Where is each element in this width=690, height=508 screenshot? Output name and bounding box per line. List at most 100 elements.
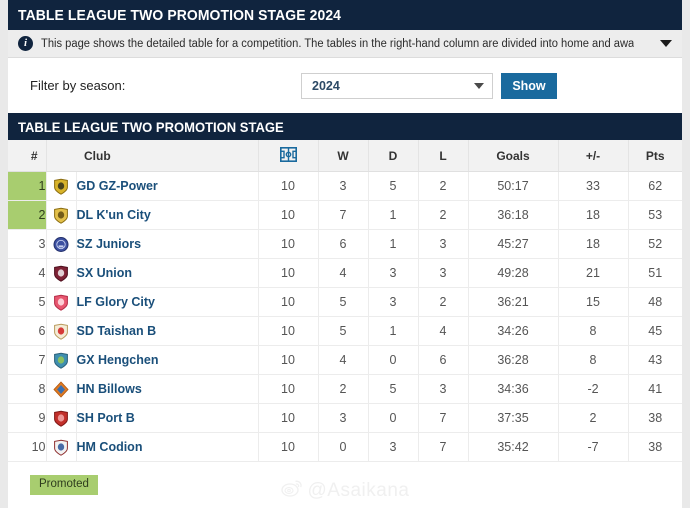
cell-matches-played: 10 [258, 316, 319, 346]
club-link[interactable]: HM Codion [77, 440, 143, 454]
chevron-down-icon[interactable] [660, 40, 672, 47]
table-row: 3 SZ Juniors 10 6 1 3 45:27 18 52 [8, 229, 682, 259]
cream-red-shield-crest [53, 323, 69, 340]
column-header-club[interactable]: Club [76, 140, 259, 172]
maroon-shield-crest [53, 265, 69, 282]
filter-bar: Filter by season: 2024 Show [8, 58, 682, 113]
show-button[interactable]: Show [501, 72, 557, 99]
white-blue-shield-crest [53, 439, 69, 456]
column-header-goal-difference[interactable]: +/- [558, 140, 629, 172]
cell-points: 38 [628, 403, 682, 433]
cell-goals: 34:36 [468, 374, 559, 404]
club-link[interactable]: SD Taishan B [77, 324, 157, 338]
table-row: 2 DL K'un City 10 7 1 2 36:18 18 53 [8, 200, 682, 230]
cell-points: 53 [628, 200, 682, 230]
cell-goal-difference: 8 [558, 316, 629, 346]
cell-rank: 6 [8, 316, 47, 346]
cell-goals: 45:27 [468, 229, 559, 259]
cell-goal-difference: 2 [558, 403, 629, 433]
cell-rank: 9 [8, 403, 47, 433]
cell-rank: 8 [8, 374, 47, 404]
red-heart-shield-crest [53, 410, 69, 427]
cell-goals: 36:18 [468, 200, 559, 230]
table-title: TABLE LEAGUE TWO PROMOTION STAGE [18, 118, 284, 135]
legend-area: Promoted [8, 462, 682, 507]
page-root: TABLE LEAGUE TWO PROMOTION STAGE 2024 i … [0, 0, 690, 508]
cell-goal-difference: -7 [558, 432, 629, 462]
cell-crest [46, 229, 77, 259]
club-link[interactable]: GX Hengchen [77, 353, 159, 367]
cell-wins: 7 [318, 200, 369, 230]
cell-matches-played: 10 [258, 200, 319, 230]
cell-club: SX Union [76, 258, 259, 288]
cell-crest [46, 316, 77, 346]
table-row: 7 GX Hengchen 10 4 0 6 36:28 8 43 [8, 345, 682, 375]
cell-goals: 36:21 [468, 287, 559, 317]
cell-goal-difference: 15 [558, 287, 629, 317]
table-row: 4 SX Union 10 4 3 3 49:28 21 51 [8, 258, 682, 288]
page-title: TABLE LEAGUE TWO PROMOTION STAGE 2024 [18, 6, 342, 24]
page-header: TABLE LEAGUE TWO PROMOTION STAGE 2024 [8, 0, 682, 30]
cell-wins: 5 [318, 316, 369, 346]
cell-club: GX Hengchen [76, 345, 259, 375]
club-link[interactable]: HN Billows [77, 382, 142, 396]
cell-draws: 0 [368, 403, 419, 433]
info-bar: i This page shows the detailed table for… [8, 30, 682, 58]
club-link[interactable]: SX Union [77, 266, 133, 280]
cell-rank: 5 [8, 287, 47, 317]
cell-wins: 0 [318, 432, 369, 462]
cell-crest [46, 287, 77, 317]
cell-wins: 6 [318, 229, 369, 259]
cell-club: HN Billows [76, 374, 259, 404]
content-panel: TABLE LEAGUE TWO PROMOTION STAGE 2024 i … [8, 0, 682, 508]
cell-club: HM Codion [76, 432, 259, 462]
club-link[interactable]: SZ Juniors [77, 237, 142, 251]
table-row: 10 HM Codion 10 0 3 7 35:42 -7 38 [8, 432, 682, 462]
club-link[interactable]: LF Glory City [77, 295, 155, 309]
cell-crest [46, 403, 77, 433]
column-header-goals[interactable]: Goals [468, 140, 559, 172]
column-header-wins[interactable]: W [318, 140, 369, 172]
column-header-rank[interactable]: # [8, 140, 47, 172]
cell-goal-difference: 21 [558, 258, 629, 288]
cell-losses: 2 [418, 287, 469, 317]
cell-draws: 1 [368, 229, 419, 259]
cell-crest [46, 171, 77, 201]
club-link[interactable]: SH Port B [77, 411, 135, 425]
column-header-crest-spacer [46, 140, 76, 172]
cell-points: 51 [628, 258, 682, 288]
club-link[interactable]: GD GZ-Power [77, 179, 158, 193]
cell-matches-played: 10 [258, 432, 319, 462]
cell-draws: 5 [368, 374, 419, 404]
cell-points: 45 [628, 316, 682, 346]
cell-losses: 6 [418, 345, 469, 375]
cell-losses: 3 [418, 229, 469, 259]
cell-goal-difference: 18 [558, 200, 629, 230]
table-row: 5 LF Glory City 10 5 3 2 36:21 15 48 [8, 287, 682, 317]
cell-crest [46, 432, 77, 462]
cell-points: 62 [628, 171, 682, 201]
cell-matches-played: 10 [258, 229, 319, 259]
cell-losses: 2 [418, 200, 469, 230]
cell-wins: 3 [318, 403, 369, 433]
gold-round-shield-crest [53, 207, 69, 224]
club-link[interactable]: DL K'un City [77, 208, 151, 222]
cell-points: 48 [628, 287, 682, 317]
column-header-points[interactable]: Pts [628, 140, 682, 172]
column-header-matches[interactable] [258, 140, 319, 172]
cell-draws: 1 [368, 200, 419, 230]
season-select[interactable]: 2024 [301, 72, 493, 99]
table-row: 6 SD Taishan B 10 5 1 4 34:26 8 45 [8, 316, 682, 346]
cell-losses: 4 [418, 316, 469, 346]
column-header-losses[interactable]: L [418, 140, 469, 172]
cell-club: GD GZ-Power [76, 171, 259, 201]
column-header-draws[interactable]: D [368, 140, 419, 172]
cell-crest [46, 200, 77, 230]
cell-matches-played: 10 [258, 258, 319, 288]
cell-draws: 3 [368, 258, 419, 288]
cell-goal-difference: -2 [558, 374, 629, 404]
cell-matches-played: 10 [258, 374, 319, 404]
pink-red-shield-crest [53, 294, 69, 311]
cell-goals: 35:42 [468, 432, 559, 462]
cell-goals: 49:28 [468, 258, 559, 288]
